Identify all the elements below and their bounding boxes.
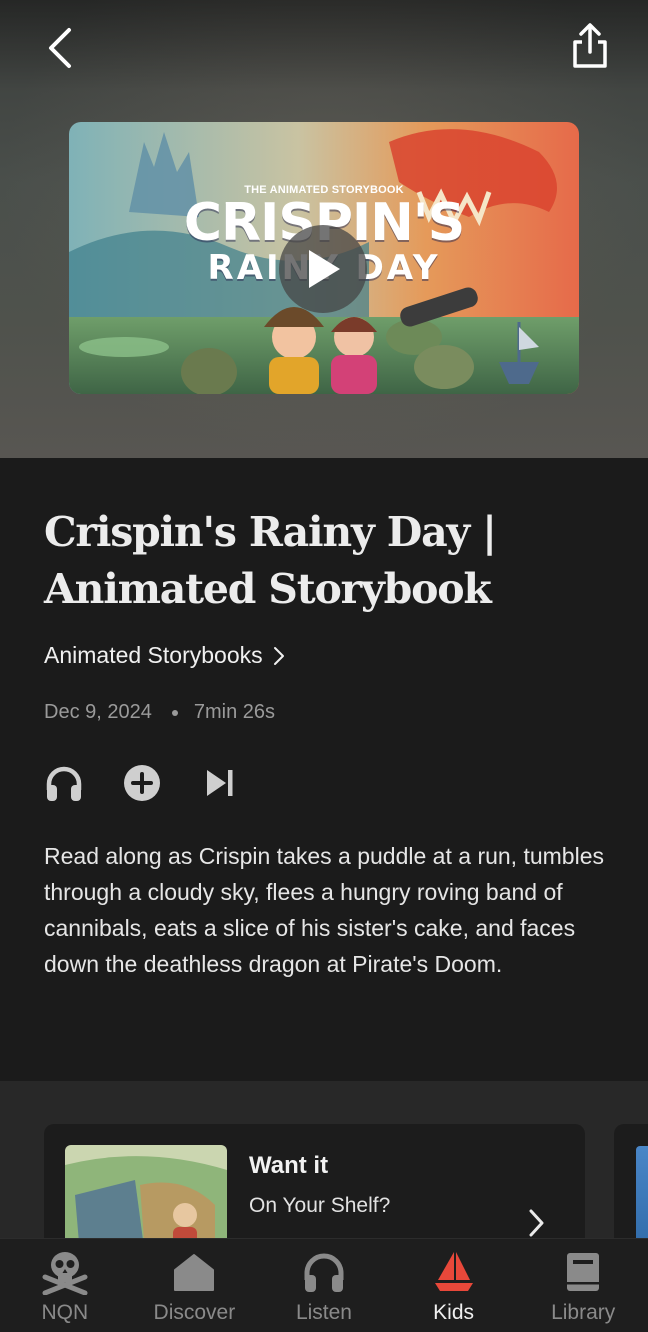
play-next-icon bbox=[207, 770, 233, 796]
promo-subtitle: On Your Shelf? bbox=[249, 1194, 391, 1217]
tab-kids[interactable]: Kids bbox=[389, 1239, 519, 1332]
tab-discover[interactable]: Discover bbox=[130, 1239, 260, 1332]
play-button[interactable] bbox=[279, 225, 367, 313]
tab-label-library: Library bbox=[551, 1301, 616, 1324]
skull-crossbones-icon bbox=[42, 1252, 88, 1295]
house-icon bbox=[174, 1254, 215, 1291]
chevron-left-icon bbox=[49, 28, 71, 68]
tab-library[interactable]: Library bbox=[518, 1239, 648, 1332]
series-name: Animated Storybooks bbox=[44, 642, 263, 668]
series-link[interactable]: Animated Storybooks bbox=[44, 642, 285, 669]
bottom-tab-bar: NQN Discover Listen Kids Library bbox=[0, 1238, 648, 1332]
separator-dot bbox=[171, 709, 178, 716]
tab-label-kids: Kids bbox=[433, 1301, 474, 1324]
tab-label-discover: Discover bbox=[153, 1301, 236, 1324]
play-icon bbox=[309, 250, 340, 288]
share-icon bbox=[573, 23, 607, 68]
add-circle-icon bbox=[124, 765, 160, 801]
video-thumbnail[interactable]: THE ANIMATED STORYBOOK CRISPIN'S RAINY D… bbox=[69, 122, 579, 394]
headphones-icon bbox=[46, 766, 82, 801]
add-to-list-button[interactable] bbox=[122, 763, 162, 803]
sailboat-icon bbox=[434, 1252, 473, 1291]
episode-duration: 7min 26s bbox=[193, 701, 276, 723]
episode-title: Crispin's Rainy Day | Animated Storybook bbox=[44, 508, 497, 613]
tab-listen[interactable]: Listen bbox=[259, 1239, 389, 1332]
tab-nqn[interactable]: NQN bbox=[0, 1239, 130, 1332]
episode-meta: Dec 9, 2024 7min 26s bbox=[44, 701, 275, 724]
chevron-right-icon bbox=[529, 1209, 544, 1237]
hero-section: THE ANIMATED STORYBOOK CRISPIN'S RAINY D… bbox=[0, 0, 648, 458]
episode-description: Read along as Crispin takes a puddle at … bbox=[44, 843, 604, 977]
back-button[interactable] bbox=[34, 20, 86, 76]
episode-actions bbox=[44, 763, 278, 803]
share-button[interactable] bbox=[562, 18, 618, 74]
tab-label-nqn: NQN bbox=[41, 1301, 89, 1324]
promo-carousel: Want it On Your Shelf? bbox=[0, 1081, 648, 1264]
play-next-button[interactable] bbox=[200, 763, 240, 803]
chevron-right-icon bbox=[273, 646, 284, 665]
listen-button[interactable] bbox=[44, 763, 84, 803]
promo-title: Want it bbox=[249, 1152, 329, 1179]
headphones-icon bbox=[304, 1253, 344, 1292]
book-icon bbox=[567, 1253, 600, 1291]
tab-label-listen: Listen bbox=[295, 1301, 352, 1324]
episode-date: Dec 9, 2024 bbox=[44, 701, 152, 723]
